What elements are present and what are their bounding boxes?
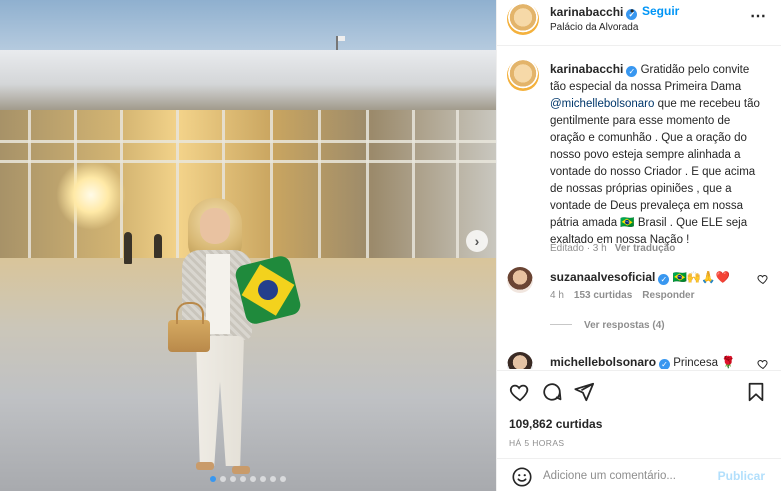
emoji-picker-icon[interactable] bbox=[511, 466, 533, 488]
comment-meta: 4 h 153 curtidas Responder bbox=[550, 290, 695, 301]
follow-button[interactable]: Seguir bbox=[642, 4, 679, 18]
photo-sky bbox=[0, 0, 496, 55]
comment-time: 4 h bbox=[550, 290, 564, 301]
comment-body: 🇧🇷🙌🙏❤️ bbox=[669, 272, 730, 284]
verified-badge-icon: ✓ bbox=[658, 274, 670, 285]
comment-body: Princesa 🌹 bbox=[670, 357, 736, 369]
likes-count[interactable]: 109,862 curtidas bbox=[509, 417, 602, 431]
photo-roof bbox=[0, 50, 496, 112]
carousel-dot bbox=[280, 476, 286, 482]
instagram-post-dialog: › karinabacchi ✓ • Seguir Palácio da Alvo… bbox=[0, 0, 781, 491]
verified-badge-icon: ✓ bbox=[659, 359, 671, 369]
carousel-dot bbox=[220, 476, 226, 482]
photo-pants bbox=[196, 336, 244, 466]
add-comment-input[interactable] bbox=[543, 467, 703, 485]
photo-mullion bbox=[456, 110, 459, 260]
author-username-container[interactable]: karinabacchi ✓ bbox=[550, 5, 638, 20]
comment-like-heart-icon[interactable] bbox=[757, 273, 769, 288]
photo-mullion bbox=[366, 110, 369, 260]
photo-face bbox=[200, 208, 230, 244]
carousel-dot bbox=[270, 476, 276, 482]
see-translation-button[interactable]: Ver tradução bbox=[615, 243, 676, 254]
commenter-username[interactable]: michellebolsonaro bbox=[550, 355, 656, 369]
post-photo[interactable]: › bbox=[0, 0, 496, 491]
more-options-icon[interactable]: ⋯ bbox=[750, 6, 767, 26]
photo-mullion bbox=[28, 110, 31, 260]
location-link[interactable]: Palácio da Alvorada bbox=[550, 22, 638, 33]
verified-badge-icon: ✓ bbox=[626, 66, 638, 77]
caption-text: karinabacchi ✓ Gratidão pelo convite tão … bbox=[550, 61, 762, 249]
carousel-dot bbox=[240, 476, 246, 482]
post-side-panel: karinabacchi ✓ • Seguir Palácio da Alvora… bbox=[496, 0, 781, 491]
reply-button[interactable]: Responder bbox=[642, 290, 694, 301]
view-replies-button[interactable]: Ver respostas (4) bbox=[550, 320, 665, 331]
comment-bubble-icon[interactable] bbox=[541, 381, 563, 403]
photo-woman bbox=[168, 198, 303, 488]
caption-edited-time: Editado · 3 h bbox=[550, 243, 607, 254]
photo-handbag bbox=[168, 302, 210, 352]
post-header: karinabacchi ✓ • Seguir Palácio da Alvora… bbox=[497, 0, 781, 46]
header-separator: • bbox=[630, 4, 635, 18]
carousel-dot bbox=[230, 476, 236, 482]
author-username[interactable]: karinabacchi bbox=[550, 5, 623, 19]
carousel-dots bbox=[0, 476, 496, 482]
comments-section[interactable]: karinabacchi ✓ Gratidão pelo convite tão … bbox=[497, 47, 781, 369]
comment-likes-link[interactable]: 153 curtidas bbox=[574, 290, 632, 301]
photo-shoe bbox=[196, 462, 214, 470]
photo-mullion bbox=[318, 110, 321, 260]
carousel-dot bbox=[260, 476, 266, 482]
caption-avatar[interactable] bbox=[507, 59, 539, 91]
caption-mention-link[interactable]: @michellebolsonaro bbox=[550, 98, 654, 110]
author-avatar[interactable] bbox=[507, 3, 539, 35]
caption-body-2: que me recebeu tão gentilmente para esse… bbox=[550, 98, 760, 246]
add-comment-bar: Publicar bbox=[497, 458, 781, 492]
commenter-username[interactable]: suzanaalvesoficial bbox=[550, 270, 655, 284]
share-send-icon[interactable] bbox=[573, 381, 595, 403]
like-heart-icon[interactable] bbox=[509, 381, 531, 403]
save-bookmark-icon[interactable] bbox=[745, 381, 767, 403]
comment-like-heart-icon[interactable] bbox=[757, 358, 769, 369]
carousel-dot bbox=[250, 476, 256, 482]
commenter-avatar[interactable] bbox=[507, 267, 533, 293]
post-timestamp: HÁ 5 HORAS bbox=[509, 438, 565, 448]
comment-text: michellebolsonaro ✓ Princesa 🌹 bbox=[550, 355, 735, 369]
photo-shoe bbox=[232, 466, 250, 474]
photo-transom bbox=[0, 140, 496, 143]
photo-transom bbox=[0, 160, 496, 163]
carousel-next-button[interactable]: › bbox=[466, 230, 488, 252]
post-actions: 109,862 curtidas HÁ 5 HORAS Publicar bbox=[497, 370, 781, 491]
comment-text: suzanaalvesoficial ✓ 🇧🇷🙌🙏❤️ bbox=[550, 270, 730, 285]
photo-background-person bbox=[124, 232, 132, 264]
photo-sun-glare bbox=[56, 160, 126, 230]
commenter-avatar[interactable] bbox=[507, 352, 533, 369]
caption-username[interactable]: karinabacchi bbox=[550, 62, 623, 76]
caption-meta: Editado · 3 h Ver tradução bbox=[550, 243, 675, 254]
publish-button[interactable]: Publicar bbox=[718, 469, 765, 483]
chevron-right-icon: › bbox=[474, 233, 480, 249]
carousel-dot bbox=[210, 476, 216, 482]
photo-mullion bbox=[412, 110, 415, 260]
photo-background-person bbox=[154, 234, 162, 258]
